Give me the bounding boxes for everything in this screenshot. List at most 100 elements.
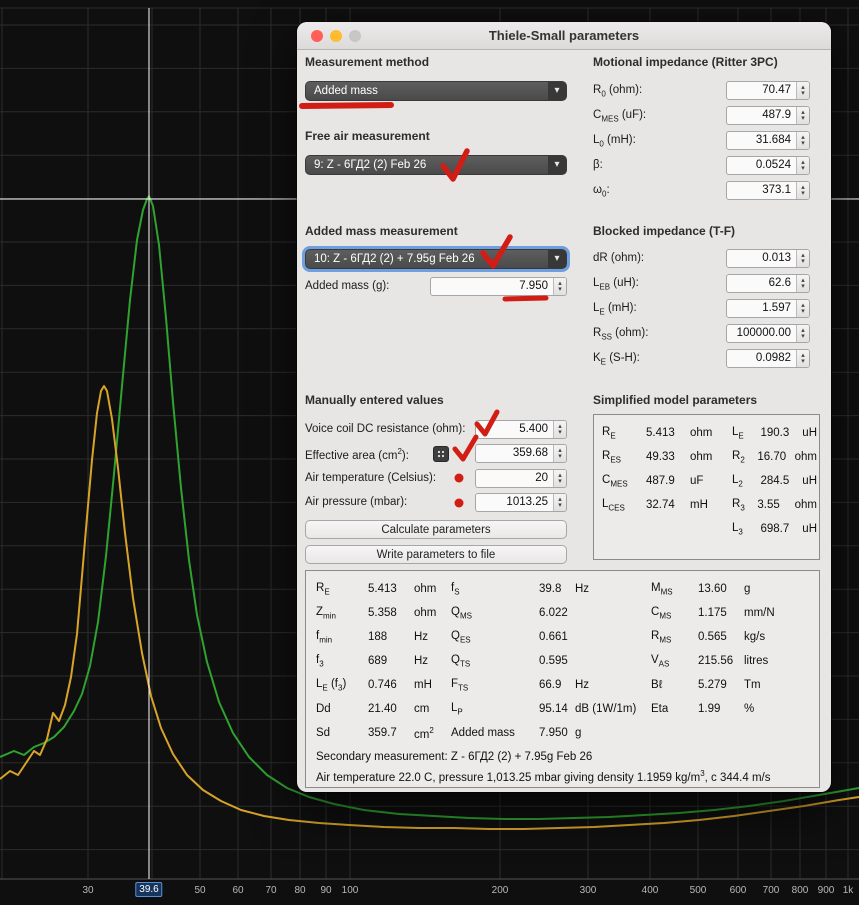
result-row: VAS 215.56 litres (651, 653, 769, 669)
calculator-icon (437, 450, 446, 459)
result-row: Bℓ 5.279 Tm (651, 679, 761, 691)
result-row: CMS 1.175 mm/N (651, 605, 775, 621)
stepper-arrows-icon[interactable] (553, 470, 566, 487)
cursor-frequency-readout[interactable]: 39.6 (135, 882, 163, 897)
parameter-row: CMES 487.9 uF (602, 473, 704, 489)
measurement-method-dropdown[interactable]: Added mass (305, 81, 567, 101)
le-label: LE (mH): (593, 302, 637, 317)
parameter-row: L3 698.7 uH (732, 521, 817, 537)
stepper-arrows-icon[interactable] (796, 107, 809, 124)
result-row: LE (f3) 0.746 mH (316, 677, 432, 693)
omega0-spinner[interactable]: 373.1 (726, 181, 810, 200)
l0-spinner[interactable]: 31.684 (726, 131, 810, 150)
simplified-left-column: RE 5.413 ohm RES 49.33 ohm CMES 487.9 uF LCES 3… (602, 421, 724, 517)
calculate-parameters-button[interactable]: Calculate parameters (305, 520, 567, 539)
measurement-method-heading: Measurement method (305, 55, 430, 69)
result-row: RMS 0.565 kg/s (651, 629, 766, 645)
result-row: FTS 66.9 Hz (451, 677, 590, 693)
thiele-small-dialog: Thiele-Small parameters Measurement meth… (297, 22, 831, 792)
r0-spinner[interactable]: 70.47 (726, 81, 810, 100)
stepper-arrows-icon[interactable] (796, 325, 809, 342)
ke-spinner[interactable]: 0.0982 (726, 349, 810, 368)
results-column-2: fS 39.8 Hz QMS 6.022 QES 0.661 QTS 0.595 FTS 6… (451, 577, 647, 745)
write-parameters-button[interactable]: Write parameters to file (305, 545, 567, 564)
results-column-3: MMS 13.60 g CMS 1.175 mm/N RMS 0.565 kg/s VAS 2… (651, 577, 813, 721)
stepper-arrows-icon[interactable] (796, 300, 809, 317)
added-mass-measurement-dropdown[interactable]: 10: Z - 6ГД2 (2) + 7.95g Feb 26 (305, 249, 567, 269)
added-mass-grams-value: 7.950 (519, 280, 548, 292)
parameter-row: LCES 32.74 mH (602, 497, 708, 513)
added-mass-heading: Added mass measurement (305, 224, 458, 238)
dialog-titlebar[interactable]: Thiele-Small parameters (297, 22, 831, 50)
parameter-row: R2 16.70 ohm (732, 449, 817, 465)
stepper-arrows-icon[interactable] (553, 278, 566, 295)
simplified-model-heading: Simplified model parameters (593, 393, 758, 407)
dr-spinner[interactable]: 0.013 (726, 249, 810, 268)
air-pressure-spinner[interactable]: 1013.25 (475, 493, 567, 512)
effective-area-calculator-button[interactable] (433, 446, 449, 462)
air-temperature-spinner[interactable]: 20 (475, 469, 567, 488)
voice-coil-resistance-label: Voice coil DC resistance (ohm): (305, 423, 466, 435)
parameter-row: R3 3.55 ohm (732, 497, 817, 513)
effective-area-label: Effective area (cm2): (305, 447, 409, 462)
effective-area-spinner[interactable]: 359.68 (475, 444, 567, 463)
result-row: Dd 21.40 cm (316, 703, 430, 715)
secondary-measurement-note: Secondary measurement: Z - 6ГД2 (2) + 7.… (316, 751, 593, 763)
leb-spinner[interactable]: 62.6 (726, 274, 810, 293)
cmes-label: CMES (uF): (593, 109, 647, 124)
cmes-spinner[interactable]: 487.9 (726, 106, 810, 125)
result-row: Zmin 5.358 ohm (316, 605, 437, 621)
added-mass-grams-spinner[interactable]: 7.950 (430, 277, 567, 296)
air-conditions-note: Air temperature 22.0 C, pressure 1,013.2… (316, 769, 771, 784)
stepper-arrows-icon[interactable] (796, 182, 809, 199)
stepper-arrows-icon[interactable] (796, 157, 809, 174)
beta-label: β: (593, 159, 603, 171)
parameter-row: RES 49.33 ohm (602, 449, 713, 465)
result-row: fS 39.8 Hz (451, 581, 590, 597)
stepper-arrows-icon[interactable] (553, 421, 566, 438)
blocked-impedance-heading: Blocked impedance (T-F) (593, 224, 736, 238)
beta-spinner[interactable]: 0.0524 (726, 156, 810, 175)
stepper-arrows-icon[interactable] (553, 494, 566, 511)
omega0-label: ω0: (593, 184, 610, 199)
simplified-right-column: LE 190.3 uH R2 16.70 ohm L2 284.5 uH R3 3.55 ohm… (732, 421, 817, 541)
result-row: QTS 0.595 (451, 653, 568, 669)
air-pressure-label: Air pressure (mbar): (305, 496, 408, 508)
result-row: Added mass 7.950 g (451, 727, 582, 739)
air-temperature-label: Air temperature (Celsius): (305, 472, 437, 484)
motional-impedance-heading: Motional impedance (Ritter 3PC) (593, 55, 778, 69)
leb-label: LEB (uH): (593, 277, 639, 292)
stepper-arrows-icon[interactable] (796, 250, 809, 267)
parameter-row: RE 5.413 ohm (602, 425, 713, 441)
added-mass-grams-label: Added mass (g): (305, 280, 390, 292)
l0-label: L0 (mH): (593, 134, 636, 149)
result-row: MMS 13.60 g (651, 581, 751, 597)
parameter-row: LE 190.3 uH (732, 425, 817, 441)
stepper-arrows-icon[interactable] (796, 132, 809, 149)
result-row: LP 95.14 dB (1W/1m) (451, 701, 637, 717)
parameter-row: L2 284.5 uH (732, 473, 817, 489)
manual-values-heading: Manually entered values (305, 393, 444, 407)
stepper-arrows-icon[interactable] (796, 82, 809, 99)
stepper-arrows-icon[interactable] (796, 275, 809, 292)
dialog-title: Thiele-Small parameters (488, 28, 640, 43)
ke-label: KE (S-H): (593, 352, 640, 367)
free-air-heading: Free air measurement (305, 129, 430, 143)
simplified-model-box: RE 5.413 ohm RES 49.33 ohm CMES 487.9 uF LCES 3… (593, 414, 820, 560)
voice-coil-resistance-spinner[interactable]: 5.400 (475, 420, 567, 439)
dr-label: dR (ohm): (593, 252, 645, 264)
free-air-measurement-value: 9: Z - 6ГД2 (2) Feb 26 (314, 159, 427, 171)
stepper-arrows-icon[interactable] (553, 445, 566, 462)
free-air-measurement-dropdown[interactable]: 9: Z - 6ГД2 (2) Feb 26 (305, 155, 567, 175)
le-spinner[interactable]: 1.597 (726, 299, 810, 318)
measurement-method-value: Added mass (314, 85, 378, 97)
result-row: Eta 1.99% (651, 703, 755, 715)
r0-label: R0 (ohm): (593, 84, 643, 99)
rss-spinner[interactable]: 100000.00 (726, 324, 810, 343)
result-row: QMS 6.022 (451, 605, 568, 621)
result-row: fmin 188 Hz (316, 629, 429, 645)
result-row: RE 5.413 ohm (316, 581, 437, 597)
rss-label: RSS (ohm): (593, 327, 649, 342)
stepper-arrows-icon[interactable] (796, 350, 809, 367)
results-column-1: RE 5.413 ohm Zmin 5.358 ohm fmin 188 Hz f3 689 H… (316, 577, 448, 745)
